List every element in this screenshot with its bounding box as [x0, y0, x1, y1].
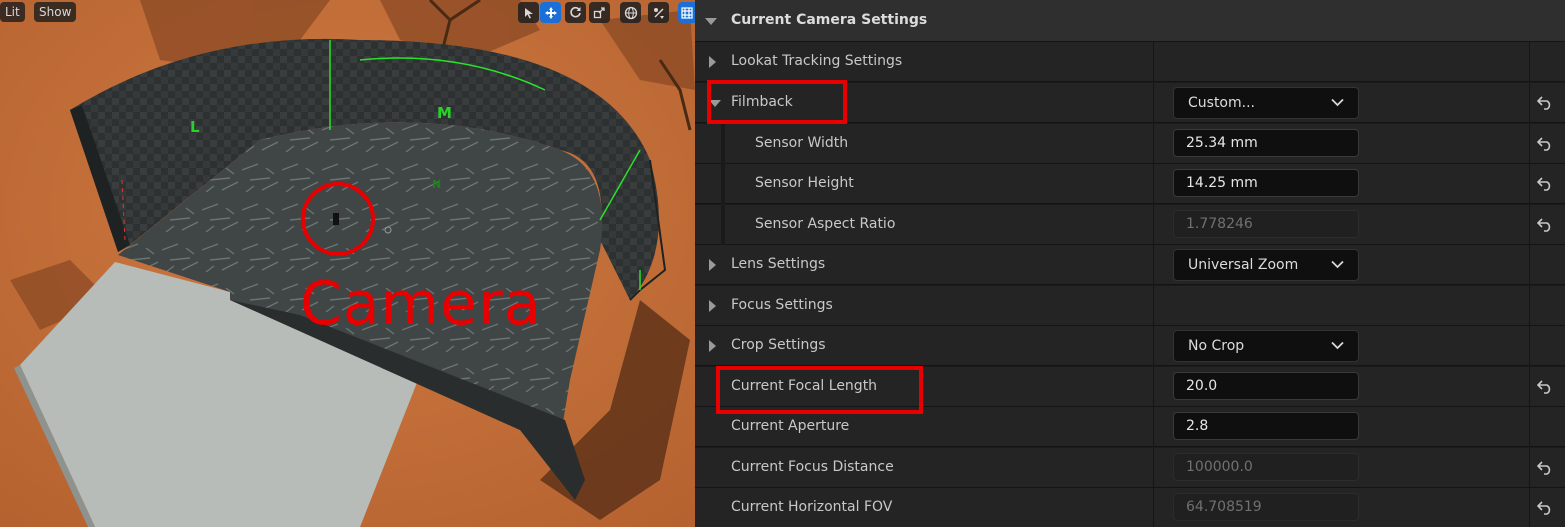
current-focal-length-field[interactable]: 20.0 — [1173, 372, 1359, 400]
row-sensor-aspect-ratio[interactable]: Sensor Aspect Ratio 1.778246 — [695, 205, 1565, 245]
row-label: Current Focus Distance — [731, 459, 894, 475]
reset-to-default-icon[interactable] — [1537, 177, 1553, 191]
row-label: Lookat Tracking Settings — [731, 53, 903, 69]
current-focus-distance-field: 100000.0 — [1173, 453, 1359, 481]
row-focus-settings[interactable]: Focus Settings — [695, 286, 1565, 326]
combo-value: Universal Zoom — [1188, 257, 1299, 273]
expand-arrow-icon — [709, 259, 716, 271]
row-label: Crop Settings — [731, 337, 826, 353]
wall-letter-n: N — [432, 178, 442, 191]
reset-to-default-icon[interactable] — [1537, 137, 1553, 151]
rotate-tool-button[interactable] — [565, 2, 586, 23]
row-label: Sensor Width — [755, 135, 849, 151]
reset-to-default-icon[interactable] — [1537, 218, 1553, 232]
collapse-arrow-icon — [705, 18, 717, 25]
details-panel: Current Camera Settings Lookat Tracking … — [695, 0, 1565, 527]
scale-tool-button[interactable] — [589, 2, 610, 23]
row-label: Lens Settings — [731, 256, 826, 272]
expand-arrow-icon — [709, 340, 716, 352]
row-current-horizontal-fov[interactable]: Current Horizontal FOV 64.708519 — [695, 488, 1565, 527]
reset-to-default-icon[interactable] — [1537, 96, 1553, 110]
select-tool-button[interactable] — [518, 2, 539, 23]
row-label: Sensor Aspect Ratio — [755, 216, 896, 232]
translate-tool-button[interactable] — [540, 2, 561, 23]
row-sensor-width[interactable]: Sensor Width 25.34 mm — [695, 124, 1565, 164]
chevron-down-icon — [1331, 98, 1344, 107]
section-header-current-camera-settings[interactable]: Current Camera Settings — [695, 0, 1565, 42]
row-sensor-height[interactable]: Sensor Height 14.25 mm — [695, 164, 1565, 204]
section-title: Current Camera Settings — [731, 12, 928, 28]
level-viewport[interactable]: L M N Camera Lit Show — [0, 0, 695, 527]
filmback-highlight-box — [707, 80, 847, 124]
wall-letter-m: M — [437, 104, 452, 122]
row-label: Focus Settings — [731, 297, 833, 313]
rotate-icon — [570, 6, 581, 18]
surface-snap-icon — [653, 7, 664, 19]
row-current-focus-distance[interactable]: Current Focus Distance 100000.0 — [695, 448, 1565, 488]
chevron-down-icon — [1331, 260, 1344, 269]
reset-to-default-icon[interactable] — [1537, 501, 1553, 515]
row-crop-settings[interactable]: Crop Settings No Crop — [695, 326, 1565, 366]
row-label: Current Aperture — [731, 418, 850, 434]
lit-button[interactable]: Lit — [0, 2, 25, 22]
world-local-button[interactable] — [620, 2, 641, 23]
chevron-down-icon — [1331, 341, 1344, 350]
globe-icon — [624, 6, 637, 19]
grid-icon — [680, 6, 693, 19]
camera-annotation: Camera — [300, 269, 542, 339]
wall-letter-l: L — [190, 118, 200, 136]
scale-icon — [593, 7, 605, 19]
reset-to-default-icon[interactable] — [1537, 461, 1553, 475]
select-icon — [524, 7, 533, 18]
sensor-width-field[interactable]: 25.34 mm — [1173, 129, 1359, 157]
current-aperture-field[interactable]: 2.8 — [1173, 412, 1359, 440]
sensor-aspect-ratio-field: 1.778246 — [1173, 210, 1359, 238]
reset-to-default-icon[interactable] — [1537, 380, 1553, 394]
lens-preset-combo[interactable]: Universal Zoom — [1173, 249, 1359, 281]
filmback-preset-combo[interactable]: Custom... — [1173, 87, 1359, 119]
surface-snap-button[interactable] — [648, 2, 669, 23]
combo-value: Custom... — [1188, 95, 1255, 111]
sensor-height-field[interactable]: 14.25 mm — [1173, 169, 1359, 197]
viewport-scene — [0, 0, 695, 527]
row-lookat-tracking-settings[interactable]: Lookat Tracking Settings — [695, 42, 1565, 82]
expand-arrow-icon — [709, 300, 716, 312]
focal-length-highlight-box — [716, 366, 923, 414]
expand-arrow-icon — [709, 56, 716, 68]
grid-snap-button[interactable] — [678, 2, 695, 23]
translate-icon — [544, 6, 557, 19]
row-label: Sensor Height — [755, 175, 854, 191]
show-button[interactable]: Show — [34, 2, 77, 22]
combo-value: No Crop — [1188, 338, 1245, 354]
row-label: Current Horizontal FOV — [731, 499, 893, 515]
row-lens-settings[interactable]: Lens Settings Universal Zoom — [695, 245, 1565, 285]
crop-preset-combo[interactable]: No Crop — [1173, 330, 1359, 362]
current-horizontal-fov-field: 64.708519 — [1173, 493, 1359, 521]
